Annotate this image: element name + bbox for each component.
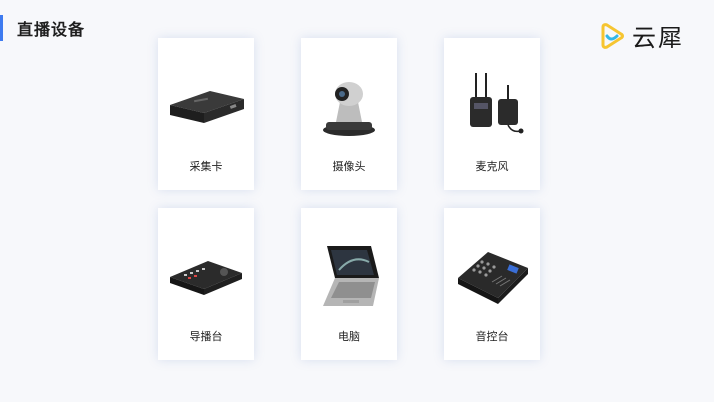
microphone-icon xyxy=(470,73,524,134)
logo-play-icon xyxy=(601,22,624,49)
device-card-microphone[interactable]: 麦克风 xyxy=(444,38,540,190)
page-title: 直播设备 xyxy=(0,14,85,42)
page-title-text: 直播设备 xyxy=(17,20,86,39)
camera-icon xyxy=(323,82,375,136)
device-card-switcher[interactable]: 导播台 xyxy=(158,208,254,360)
device-card-laptop[interactable]: 电脑 xyxy=(301,208,397,360)
device-label: 电脑 xyxy=(338,330,360,343)
device-label: 麦克风 xyxy=(475,160,509,173)
mixer-icon xyxy=(458,252,528,304)
device-card-camera[interactable]: 摄像头 xyxy=(301,38,397,190)
device-label: 摄像头 xyxy=(332,160,366,173)
device-card-capture-card[interactable]: 采集卡 xyxy=(158,38,254,190)
brand-logo: 云犀 xyxy=(598,18,684,53)
device-card-mixer[interactable]: 音控台 xyxy=(444,208,540,360)
switcher-icon xyxy=(170,261,242,295)
logo-text: 云犀 xyxy=(632,24,684,52)
capture-card-icon xyxy=(170,91,244,123)
device-label: 导播台 xyxy=(189,330,223,343)
device-label: 采集卡 xyxy=(189,160,223,173)
device-label: 音控台 xyxy=(475,330,509,343)
laptop-icon xyxy=(323,246,379,306)
title-accent-bar xyxy=(0,15,3,41)
